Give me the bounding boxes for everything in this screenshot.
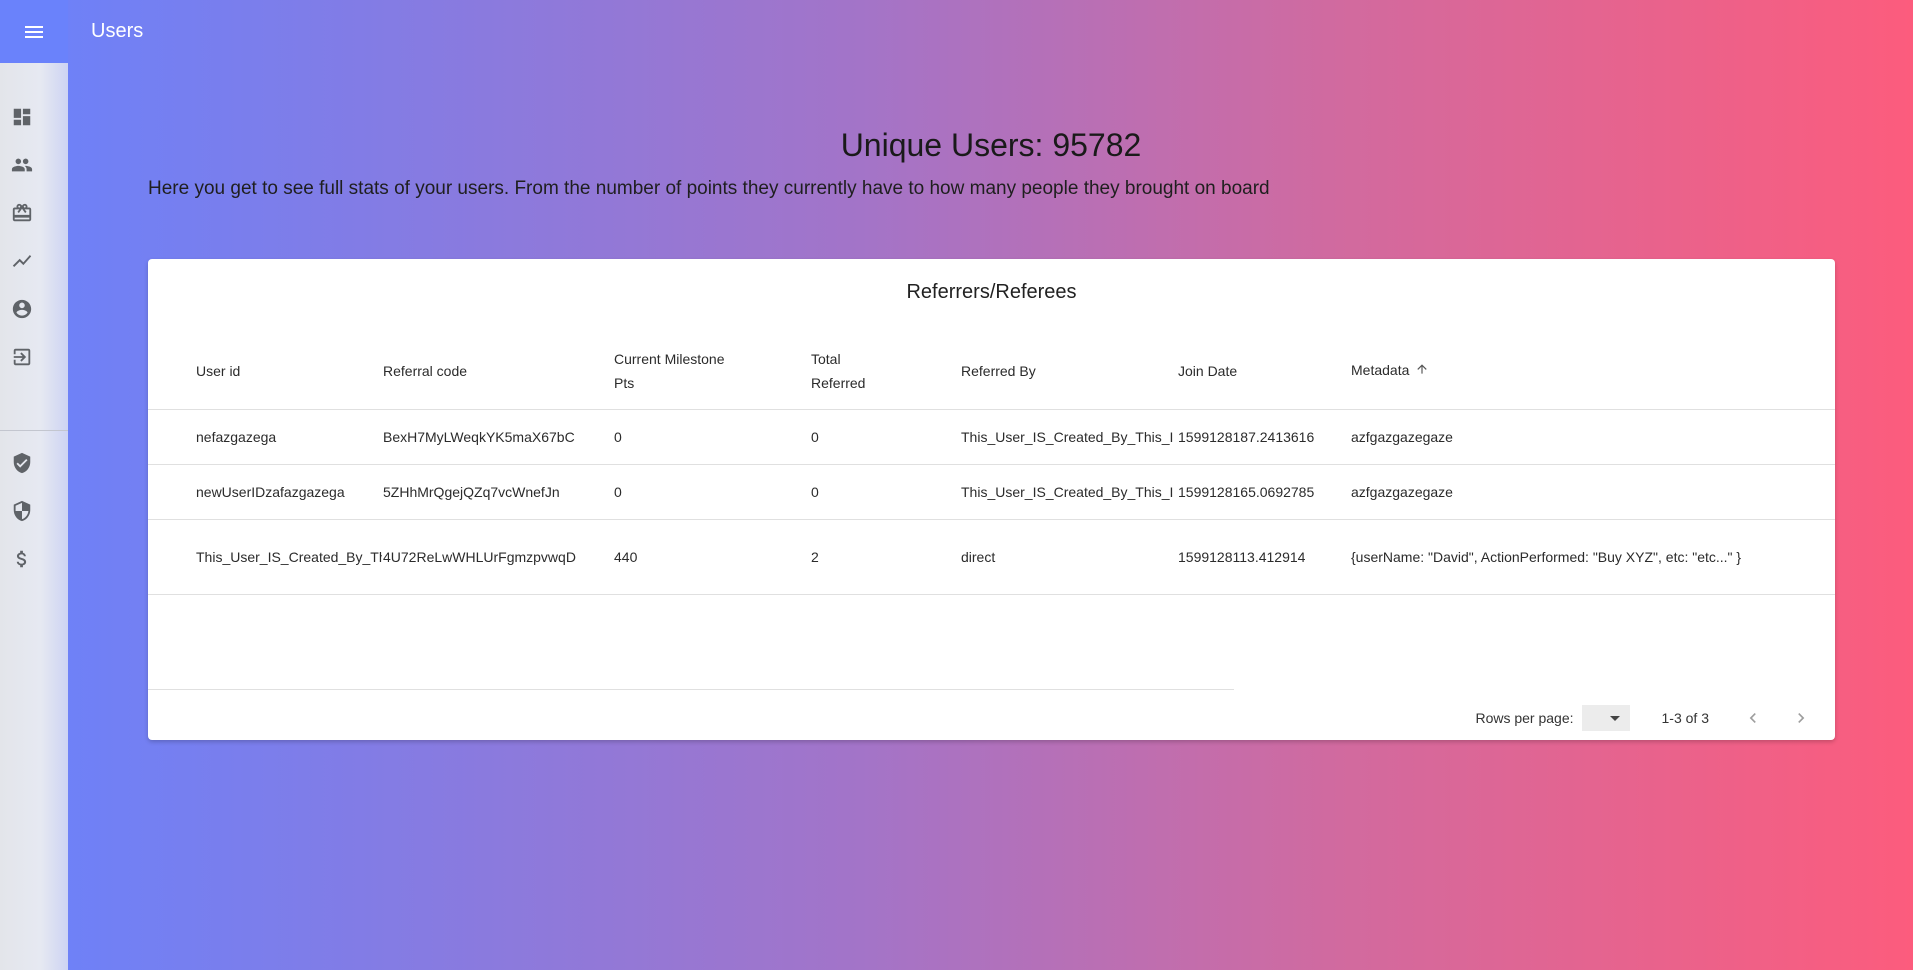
cell-user-id: This_User_IS_Created_By_This_I <box>148 519 382 595</box>
pagination: Rows per page: 1-3 of 3 <box>1475 705 1835 731</box>
page-subheading: Here you get to see full stats of your u… <box>148 178 1270 199</box>
menu-button[interactable] <box>0 0 68 63</box>
sort-ascending-icon[interactable] <box>1415 359 1429 383</box>
dollar-icon <box>16 550 27 568</box>
cell-metadata: {userName: "David", ActionPerformed: "Bu… <box>1350 519 1835 595</box>
column-header-metadata[interactable]: Metadata <box>1350 332 1835 410</box>
cell-milestone-pts: 0 <box>613 464 810 520</box>
sidebar-item-verified[interactable] <box>0 443 44 483</box>
column-header-total-referred[interactable]: Total Referred <box>810 332 960 410</box>
sidebar-item-logout[interactable] <box>0 337 44 377</box>
page-heading: Unique Users: 95782 <box>840 127 1142 163</box>
table-row[interactable]: nefazgazega BexH7MyLWeqkYK5maX67bC 0 0 T… <box>148 409 1835 465</box>
table-row[interactable]: newUserIDzafazgazega 5ZHhMrQgejQZq7vcWne… <box>148 464 1835 520</box>
cell-total-referred: 0 <box>810 409 960 465</box>
trending-up-icon <box>12 255 32 267</box>
cell-join-date: 1599128113.412914 <box>1177 519 1350 595</box>
account-circle-icon <box>12 299 32 319</box>
cell-user-id: newUserIDzafazgazega <box>148 464 382 520</box>
cell-referred-by: This_User_IS_Created_By_This_I <box>960 409 1177 465</box>
sidebar-item-billing[interactable] <box>0 539 44 579</box>
cell-join-date: 1599128165.0692785 <box>1177 464 1350 520</box>
column-header-referral-code[interactable]: Referral code <box>382 332 613 410</box>
chevron-left-icon <box>1749 713 1756 723</box>
cell-total-referred: 0 <box>810 464 960 520</box>
verified-shield-icon <box>13 452 31 474</box>
column-header-label: Metadata <box>1351 361 1410 378</box>
rows-per-page-label: Rows per page: <box>1475 710 1574 726</box>
cell-referral-code: BexH7MyLWeqkYK5maX67bC <box>382 409 613 465</box>
security-shield-icon <box>13 500 31 522</box>
chevron-right-icon <box>1798 713 1805 723</box>
dropdown-caret-icon <box>1609 716 1620 721</box>
cell-metadata: azfgazgazegaze <box>1350 409 1835 465</box>
cell-join-date: 1599128187.2413616 <box>1177 409 1350 465</box>
table-title: Referrers/Referees <box>906 281 1077 303</box>
sidebar-item-analytics[interactable] <box>0 241 44 281</box>
column-header-user-id[interactable]: User id <box>148 332 382 410</box>
cell-milestone-pts: 440 <box>613 519 810 595</box>
menu-icon <box>25 25 43 38</box>
users-table: User id Referral code Current Milestone … <box>148 332 1835 595</box>
column-header-milestone-pts[interactable]: Current Milestone Pts <box>613 332 810 410</box>
table-header-row: User id Referral code Current Milestone … <box>148 332 1835 410</box>
column-header-label: Current Milestone Pts <box>614 350 725 391</box>
cell-milestone-pts: 0 <box>613 409 810 465</box>
previous-page-button[interactable] <box>1739 704 1767 732</box>
column-header-referred-by[interactable]: Referred By <box>960 332 1177 410</box>
cell-metadata: azfgazgazegaze <box>1350 464 1835 520</box>
column-header-label: Total Referred <box>811 350 866 391</box>
pagination-range: 1-3 of 3 <box>1661 710 1709 726</box>
logout-icon <box>13 348 31 366</box>
cell-referred-by: This_User_IS_Created_By_This_I <box>960 464 1177 520</box>
table-footer-divider <box>148 689 1234 690</box>
next-page-button[interactable] <box>1787 704 1815 732</box>
sidebar-item-dashboard[interactable] <box>0 97 44 137</box>
cell-user-id: nefazgazega <box>148 409 382 465</box>
sidebar <box>0 63 68 970</box>
sidebar-item-account[interactable] <box>0 289 44 329</box>
table-row[interactable]: This_User_IS_Created_By_This_I 4U72ReLwW… <box>148 519 1835 595</box>
cell-referred-by: direct <box>960 519 1177 595</box>
rows-per-page-select[interactable] <box>1581 705 1630 731</box>
dashboard-icon <box>13 108 31 126</box>
users-table-card: Referrers/Referees User id Referral code… <box>148 259 1835 740</box>
cell-total-referred: 2 <box>810 519 960 595</box>
app-title: Users <box>91 20 144 42</box>
cell-referral-code: 5ZHhMrQgejQZq7vcWnefJn <box>382 464 613 520</box>
sidebar-item-rewards[interactable] <box>0 193 44 233</box>
people-icon <box>11 158 33 172</box>
cell-referral-code: 4U72ReLwWHLUrFgmzpvwqD <box>382 519 613 595</box>
sidebar-item-users[interactable] <box>0 145 44 185</box>
sidebar-divider <box>0 430 68 431</box>
sidebar-item-security[interactable] <box>0 491 44 531</box>
column-header-join-date[interactable]: Join Date <box>1177 332 1350 410</box>
gift-card-icon <box>12 203 32 222</box>
